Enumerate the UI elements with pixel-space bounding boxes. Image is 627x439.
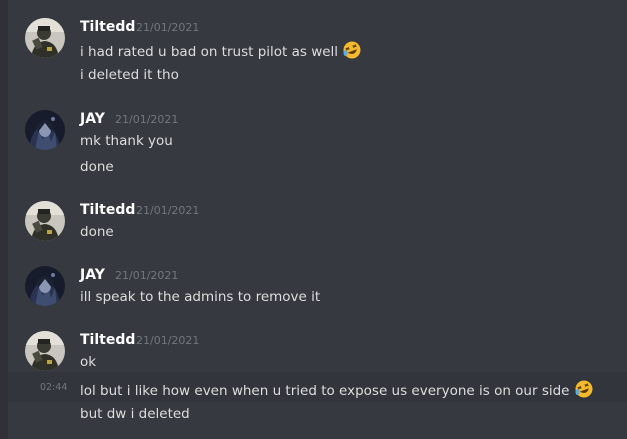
message-timestamp: 21/01/2021 bbox=[115, 269, 179, 282]
message-timestamp: 21/01/2021 bbox=[136, 204, 200, 217]
jay-avatar[interactable] bbox=[25, 266, 65, 306]
tiltedd-avatar[interactable] bbox=[25, 331, 65, 371]
message-text: lol but i like how even when u tried to … bbox=[80, 379, 594, 404]
message-text: but dw i deleted bbox=[80, 406, 190, 422]
rolling-on-floor-laughing-emoji bbox=[574, 379, 594, 404]
message-timestamp: 21/01/2021 bbox=[136, 334, 200, 347]
scroll-gutter bbox=[0, 0, 8, 439]
message-text: ok bbox=[80, 354, 97, 370]
rolling-on-floor-laughing-emoji bbox=[342, 40, 362, 65]
message-text: i deleted it tho bbox=[80, 67, 179, 83]
message-text: done bbox=[80, 224, 114, 240]
hover-timestamp: 02:44 bbox=[40, 382, 68, 393]
message-text: mk thank you bbox=[80, 133, 173, 149]
username[interactable]: Tiltedd bbox=[80, 18, 135, 36]
username[interactable]: JAY bbox=[80, 266, 105, 284]
message-text: done bbox=[80, 159, 114, 175]
username[interactable]: Tiltedd bbox=[80, 331, 135, 349]
username[interactable]: JAY bbox=[80, 110, 105, 128]
chat-messages: Tiltedd 21/01/2021 i had rated u bad on … bbox=[0, 0, 627, 439]
message-timestamp: 21/01/2021 bbox=[115, 113, 179, 126]
jay-avatar[interactable] bbox=[25, 110, 65, 150]
message-text: i had rated u bad on trust pilot as well bbox=[80, 40, 362, 65]
tiltedd-avatar[interactable] bbox=[25, 18, 65, 58]
username[interactable]: Tiltedd bbox=[80, 201, 135, 219]
tiltedd-avatar[interactable] bbox=[25, 201, 65, 241]
message-text: ill speak to the admins to remove it bbox=[80, 289, 321, 305]
message-timestamp: 21/01/2021 bbox=[136, 21, 200, 34]
